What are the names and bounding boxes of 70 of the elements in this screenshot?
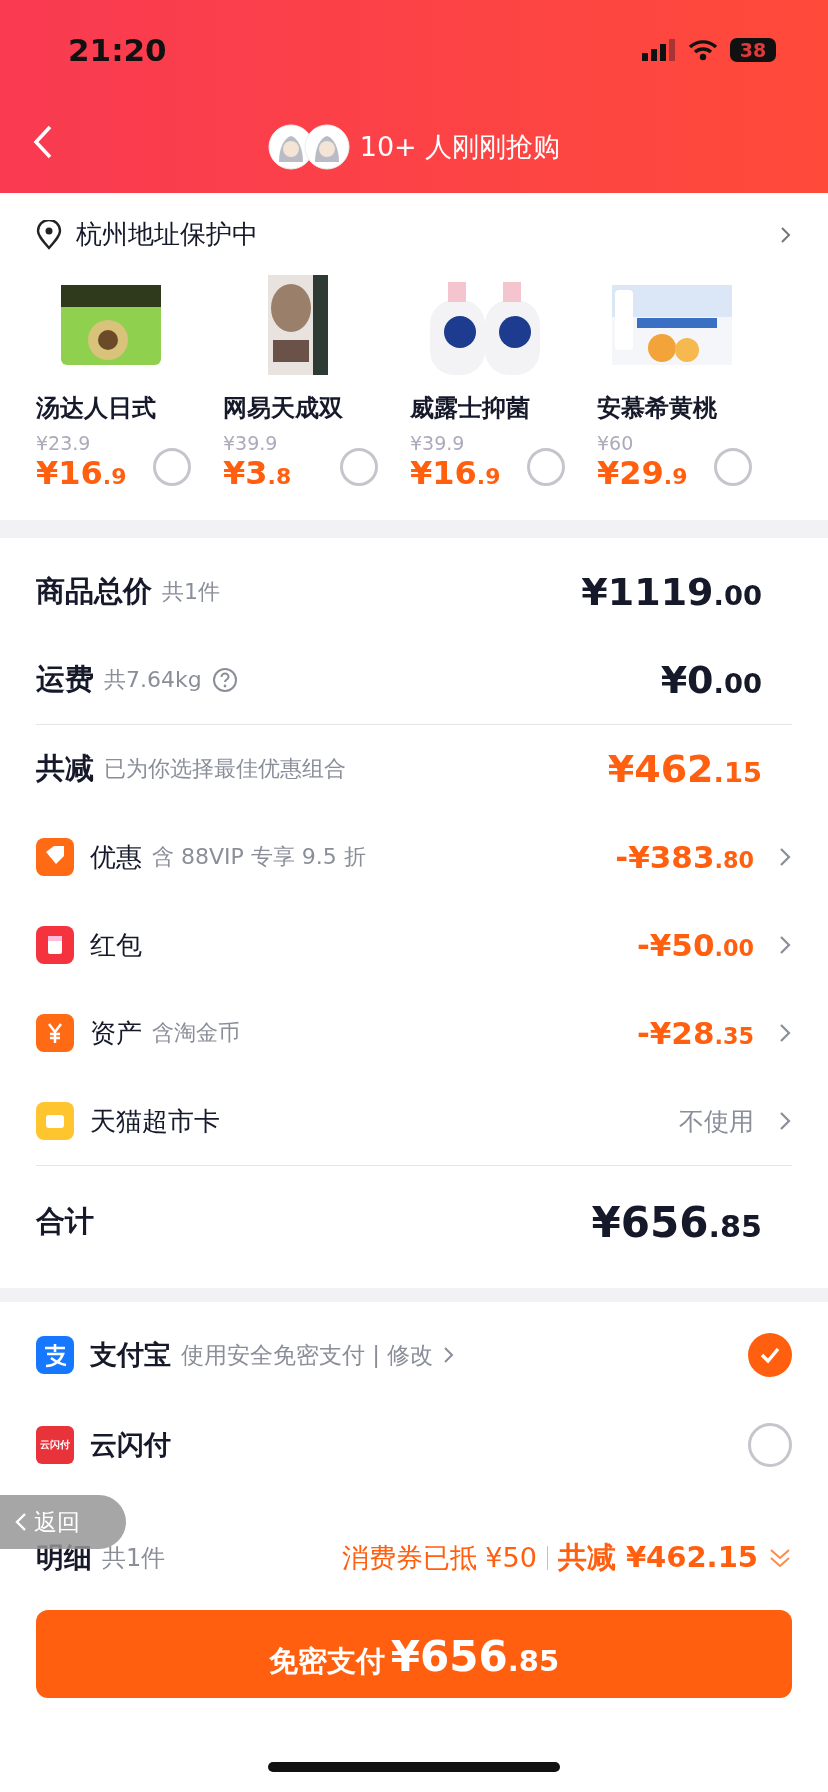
discount-amount: -¥50.00 (636, 927, 754, 963)
row-title: 合计 (36, 1203, 94, 1240)
chevron-right-icon[interactable] (780, 224, 792, 245)
select-radio[interactable] (340, 448, 378, 486)
payment-note: 使用安全免密支付 | 修改 (181, 1340, 434, 1370)
product-name: 汤达人日式 (36, 393, 157, 424)
discount-row[interactable]: 天猫超市卡 不使用 (36, 1077, 792, 1165)
row-note: 共7.64kg (104, 666, 202, 694)
payment-option[interactable]: 支付宝 使用安全免密支付 | 修改 (0, 1310, 828, 1400)
location-pin-icon (36, 219, 62, 250)
payment-radio[interactable] (748, 1333, 792, 1377)
product-price: ¥29.9 (597, 454, 688, 492)
chevron-right-icon (778, 934, 792, 956)
pay-logo-icon (36, 1336, 74, 1374)
row-note: 已为你选择最佳优惠组合 (104, 755, 346, 783)
address-label: 杭州地址保护中 (76, 218, 259, 251)
discount-row[interactable]: 资产 含淘金币 -¥28.35 (36, 989, 792, 1077)
row-title: 优惠 (90, 840, 142, 874)
select-radio[interactable] (153, 448, 191, 486)
payment-name: 支付宝 (90, 1338, 171, 1372)
chevron-left-icon (14, 1511, 28, 1533)
discount-row[interactable]: 红包 -¥50.00 (36, 901, 792, 989)
header-title: 10+ 人刚刚抢购 (359, 129, 561, 164)
original-price: ¥39.9 (223, 432, 279, 454)
product-name: 威露士抑菌 (410, 393, 531, 424)
product-price: ¥16.9 (410, 454, 501, 492)
wifi-icon (688, 39, 718, 61)
battery-level: 38 (730, 38, 776, 62)
chevron-right-icon (778, 1110, 792, 1132)
original-price: ¥60 (597, 432, 635, 454)
row-note: 含 88VIP 专享 9.5 折 (152, 843, 366, 871)
product-price: ¥3.8 (223, 454, 292, 492)
row-note: 共1件 (162, 578, 220, 606)
amount: ¥0.00 (660, 658, 762, 702)
check-icon (759, 1346, 781, 1364)
product-price: ¥16.9 (36, 454, 127, 492)
select-radio[interactable] (527, 448, 565, 486)
discount-row[interactable]: 优惠 含 88VIP 专享 9.5 折 -¥383.80 (36, 813, 792, 901)
row-note: 含淘金币 (152, 1019, 240, 1047)
original-price: ¥39.9 (410, 432, 466, 454)
discount-amount: -¥383.80 (615, 839, 754, 875)
row-title: 资产 (90, 1016, 142, 1050)
status-time: 21:20 (68, 32, 167, 68)
voucher-note: 消费券已抵 ¥50 (341, 1541, 537, 1575)
signal-icon (642, 39, 676, 61)
row-title: 商品总价 (36, 573, 152, 610)
row-title: 共减 (36, 750, 94, 787)
row-status: 不使用 (679, 1105, 754, 1138)
payment-name: 云闪付 (90, 1428, 171, 1462)
chevron-right-icon (778, 1022, 792, 1044)
payment-option[interactable]: 云闪付 云闪付 (0, 1400, 828, 1490)
help-icon[interactable] (211, 667, 238, 693)
saving-total: 共减 ¥462.15 (557, 1539, 758, 1576)
pay-badge: 云闪付 (36, 1426, 74, 1464)
row-title: 天猫超市卡 (90, 1104, 220, 1138)
discount-total: ¥462.15 (607, 747, 762, 791)
product-name: 网易天成双 (223, 393, 344, 424)
amount: ¥1119.00 (581, 570, 762, 614)
product-name: 安慕希黄桃 (597, 393, 718, 424)
row-title: 红包 (90, 928, 142, 962)
total-amount: ¥656.85 (591, 1197, 762, 1247)
discount-amount: -¥28.35 (636, 1015, 754, 1051)
avatar-icon (303, 123, 350, 170)
payment-radio[interactable] (748, 1423, 792, 1467)
row-title: 运费 (36, 661, 94, 698)
select-radio[interactable] (714, 448, 752, 486)
original-price: ¥23.9 (36, 432, 92, 454)
chevron-right-icon (778, 846, 792, 868)
chevron-right-icon (443, 1345, 456, 1365)
double-chevron-down-icon[interactable] (768, 1546, 792, 1570)
